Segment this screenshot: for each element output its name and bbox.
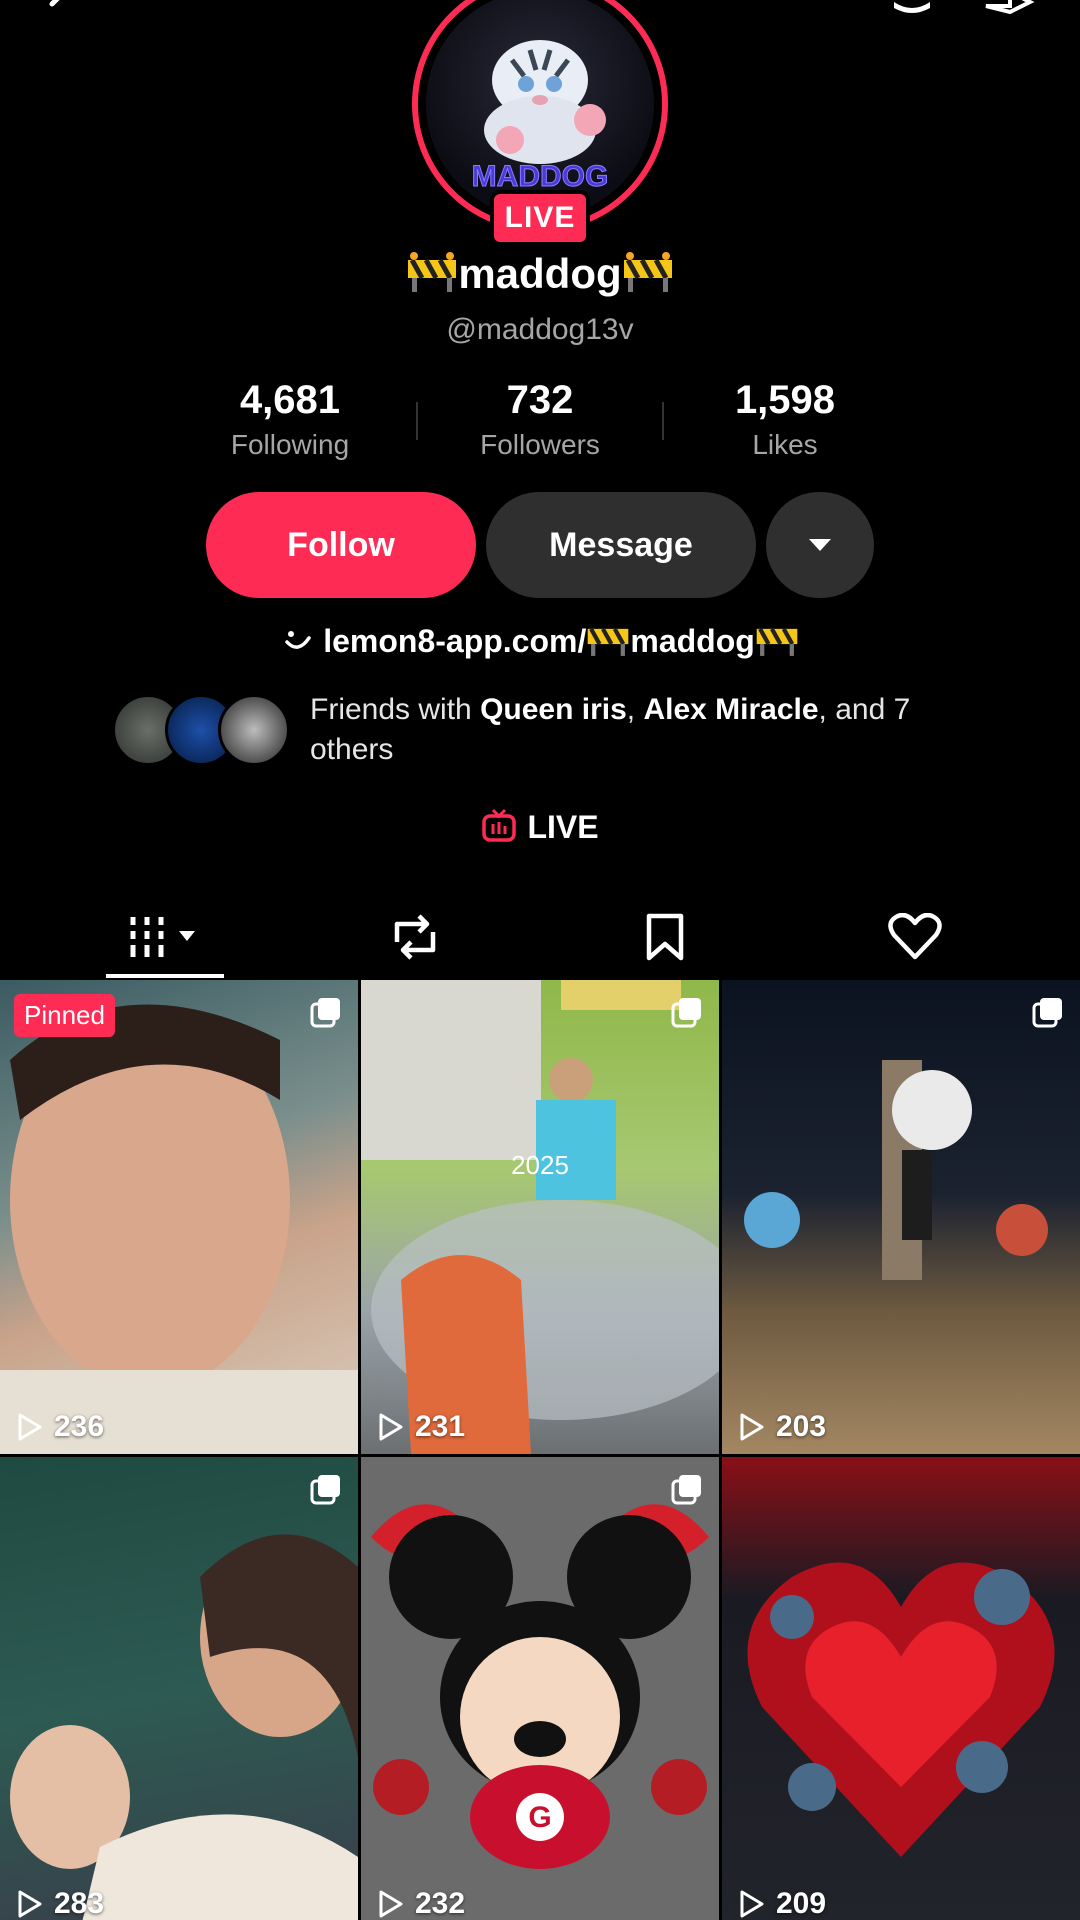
view-count-text: 283: [54, 1887, 105, 1920]
svg-text:MADDOG: MADDOG: [472, 160, 609, 193]
view-count-text: 209: [776, 1887, 827, 1920]
friends-separator: ,: [626, 693, 644, 726]
construction-barrier-icon: [408, 252, 457, 292]
multi-clip-icon: [1032, 998, 1062, 1028]
thumbnail-art: [361, 980, 719, 1454]
friend-name: Alex Miracle: [643, 693, 819, 726]
multi-clip-icon: [671, 998, 701, 1028]
multi-clip-icon: [310, 1475, 340, 1505]
tab-liked[interactable]: [790, 896, 1040, 978]
video-thumbnail[interactable]: 2025 231: [361, 980, 719, 1454]
friends-prefix: Friends with: [310, 693, 481, 726]
view-count: 283: [14, 1887, 104, 1920]
tab-reposts[interactable]: [290, 896, 540, 978]
bio-link[interactable]: lemon8-app.com/ maddog: [0, 620, 1080, 660]
view-count: 232: [375, 1887, 465, 1920]
mutual-friends[interactable]: Friends with Queen iris, Alex Miracle, a…: [112, 690, 992, 770]
profile-tabs: [0, 896, 1080, 978]
live-tv-icon: [482, 808, 517, 842]
view-count-text: 231: [415, 1410, 466, 1443]
construction-barrier-icon: [588, 627, 629, 656]
likes-label: Likes: [752, 429, 818, 460]
view-count-text: 232: [415, 1887, 466, 1920]
video-thumbnail[interactable]: 203: [722, 980, 1080, 1454]
videos-grid-icon: [130, 917, 195, 957]
following-count: 4,681: [239, 378, 341, 422]
repost-icon: [394, 914, 436, 960]
video-grid: Pinned 236 2025 231 203 283 G 232 209: [0, 980, 1080, 1920]
view-count: 231: [375, 1410, 465, 1444]
avatar[interactable]: MADDOG: [426, 0, 654, 218]
following-label: Following: [230, 429, 350, 460]
thumbnail-art: G: [371, 1504, 709, 1869]
thumbnail-art: [0, 1004, 358, 1454]
live-section-link[interactable]: LIVE: [0, 808, 1080, 846]
stat-following[interactable]: 4,681 Following: [190, 378, 390, 461]
play-icon: [18, 1890, 42, 1918]
stat-divider: [416, 402, 418, 440]
play-icon: [18, 1413, 42, 1441]
bookmark-icon: [646, 913, 684, 961]
svg-text:G: G: [528, 1801, 551, 1834]
thumbnail-art: [747, 1562, 1055, 1857]
tiger-avatar-art: MADDOG: [471, 40, 609, 194]
tab-videos[interactable]: [40, 896, 290, 978]
back-arrow-icon[interactable]: [40, 0, 80, 26]
stat-likes[interactable]: 1,598 Likes: [685, 378, 885, 461]
bio-link-prefix: lemon8-app.com/: [323, 623, 587, 659]
thumbnail-art: [10, 1534, 358, 1920]
live-label: LIVE: [527, 809, 599, 845]
stat-divider: [662, 402, 664, 440]
pinned-badge: Pinned: [14, 994, 115, 1037]
heart-icon: [888, 913, 942, 960]
stats-row: 4,681 Following 732 Followers 1,598 Like…: [190, 378, 890, 468]
play-icon: [379, 1890, 403, 1918]
video-thumbnail[interactable]: 283: [0, 1457, 358, 1920]
video-thumbnail[interactable]: 209: [722, 1457, 1080, 1920]
construction-barrier-icon: [623, 252, 672, 292]
play-icon: [379, 1413, 403, 1441]
video-caption-overlay: 2025: [511, 1150, 569, 1180]
friend-name: Queen iris: [480, 693, 627, 726]
play-icon: [740, 1413, 764, 1441]
view-count-text: 203: [776, 1410, 827, 1443]
follow-button[interactable]: Follow: [206, 492, 476, 598]
mutual-friends-text: Friends with Queen iris, Alex Miracle, a…: [310, 690, 990, 770]
bio-link-name: maddog: [630, 623, 755, 659]
lemon8-smile-icon: [285, 631, 311, 649]
followers-label: Followers: [480, 429, 600, 460]
construction-barrier-icon: [756, 627, 798, 656]
friend-avatar: [218, 694, 290, 766]
video-thumbnail[interactable]: Pinned 236: [0, 980, 358, 1454]
display-name-text: maddog: [458, 250, 622, 297]
multi-clip-icon: [671, 1475, 701, 1505]
view-count-text: 236: [54, 1410, 105, 1443]
view-count: 209: [736, 1887, 826, 1920]
message-button[interactable]: Message: [486, 492, 756, 598]
caret-down-icon: [809, 539, 831, 551]
share-icon[interactable]: [980, 0, 1036, 22]
avatar-container[interactable]: MADDOG LIVE: [412, 0, 668, 246]
live-badge[interactable]: LIVE: [490, 190, 590, 246]
display-name: maddog: [0, 250, 1080, 298]
play-icon: [740, 1890, 764, 1918]
video-thumbnail[interactable]: G 232: [361, 1457, 719, 1920]
view-count: 236: [14, 1410, 104, 1444]
bell-icon[interactable]: [884, 0, 940, 22]
followers-count: 732: [506, 378, 574, 422]
more-options-button[interactable]: [766, 492, 874, 598]
stat-followers[interactable]: 732 Followers: [440, 378, 640, 461]
tab-favorites[interactable]: [540, 896, 790, 978]
active-tab-indicator: [106, 974, 224, 978]
multi-clip-icon: [310, 998, 340, 1028]
username-handle: @maddog13v: [446, 313, 634, 346]
thumbnail-art: [744, 1060, 1048, 1280]
view-count: 203: [736, 1410, 826, 1444]
likes-count: 1,598: [734, 378, 836, 422]
